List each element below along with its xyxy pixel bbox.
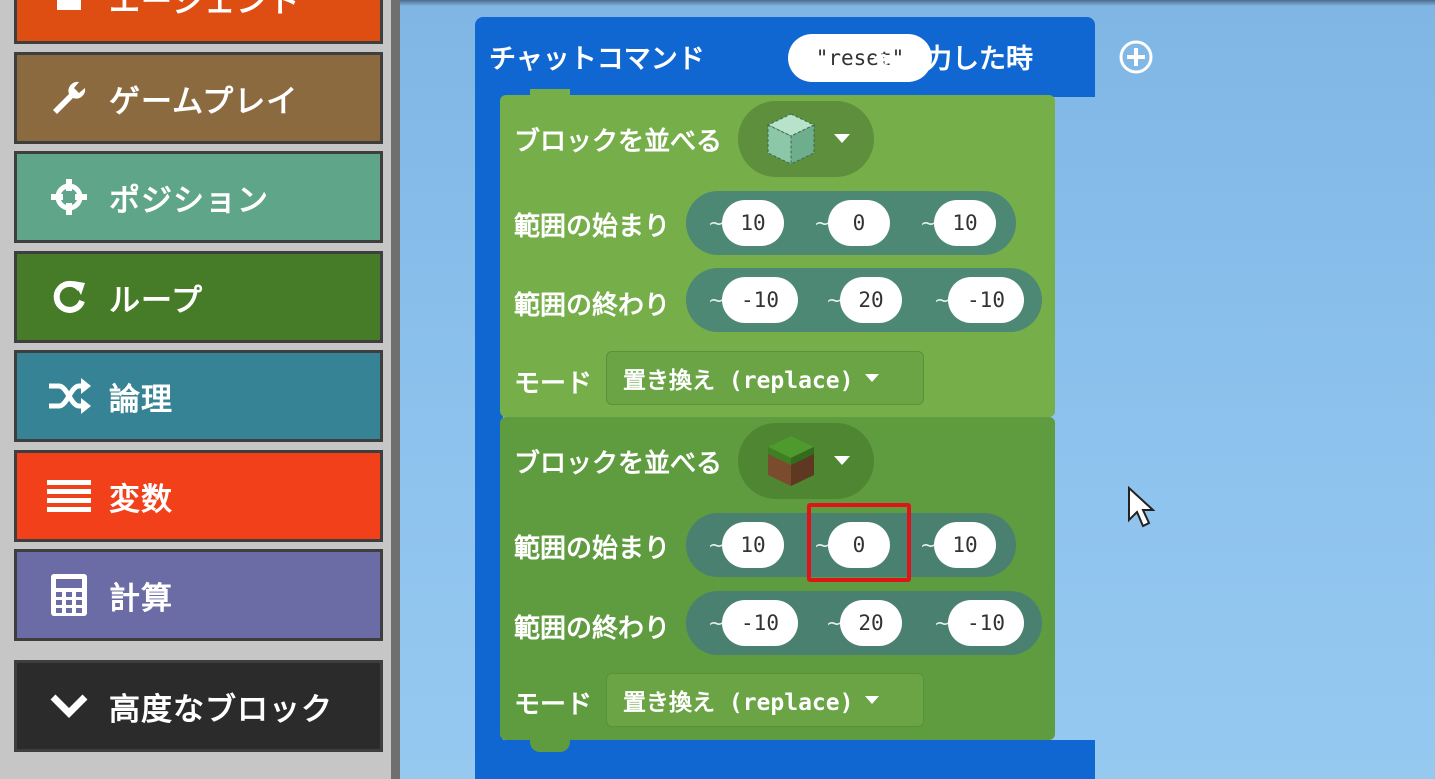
category-position[interactable]: ポジション (14, 151, 383, 243)
start-x-input[interactable]: 10 (722, 522, 784, 568)
relative-tilde: ~ (920, 211, 937, 235)
highlight-box (807, 503, 911, 582)
relative-tilde: ~ (708, 211, 725, 235)
end-x-input[interactable]: -10 (722, 600, 798, 646)
category-label: 変数 (109, 481, 173, 518)
relative-tilde: ~ (708, 533, 725, 557)
relative-tilde: ~ (814, 211, 831, 235)
event-suffix: を入力した時 (871, 44, 1033, 75)
block-tab (530, 738, 570, 752)
start-x-input[interactable]: 10 (722, 200, 784, 246)
category-math[interactable]: 計算 (14, 549, 383, 641)
mode-label: モード (514, 369, 593, 399)
range-end-position[interactable]: ~ -10 ~20 ~ -10 (686, 591, 1042, 655)
category-label: 高度なブロック (109, 691, 333, 728)
event-block-body (475, 90, 503, 779)
crosshair-icon (37, 177, 101, 217)
range-start-label: 範囲の始まり (514, 212, 671, 242)
category-label: ループ (109, 282, 204, 319)
category-label: ゲームプレイ (109, 83, 299, 120)
category-agent[interactable]: エージェント (14, 0, 383, 44)
relative-tilde: ~ (708, 611, 725, 635)
end-y-input[interactable]: 20 (840, 600, 902, 646)
fill-label: ブロックを並べる (514, 127, 723, 157)
mode-dropdown[interactable]: 置き換え (replace) (606, 673, 924, 727)
chevron-down-icon (37, 693, 101, 719)
mouse-cursor-icon (1127, 485, 1156, 532)
chevron-down-icon (834, 456, 850, 465)
category-label: エージェント (109, 0, 301, 20)
category-logic[interactable]: 論理 (14, 350, 383, 442)
relative-tilde: ~ (934, 288, 951, 312)
start-y-input[interactable]: 0 (828, 200, 890, 246)
mode-label: モード (514, 690, 593, 720)
fill-block[interactable]: ブロックを並べる 範囲の始まり ~10 ~0 ~10 範囲の終わり ~ -10 ~… (500, 89, 1055, 429)
end-z-input[interactable]: -10 (948, 277, 1024, 323)
end-y-input[interactable]: 20 (840, 277, 902, 323)
fill-label: ブロックを並べる (514, 449, 723, 479)
sidebar-scroll-edge (391, 0, 400, 779)
event-label: チャットコマンド (489, 44, 705, 75)
range-start-label: 範囲の始まり (514, 534, 671, 564)
block-type-dropdown[interactable] (738, 423, 874, 499)
range-start-position[interactable]: ~10 ~0 ~10 (686, 191, 1016, 255)
block-notch (530, 89, 570, 103)
wrench-icon (37, 78, 101, 118)
category-variables[interactable]: 変数 (14, 450, 383, 542)
chevron-down-icon (834, 134, 850, 143)
start-z-input[interactable]: 10 (934, 200, 996, 246)
mode-value: 置き換え (replace) (623, 690, 854, 716)
relative-tilde: ~ (920, 533, 937, 557)
shuffle-icon (37, 378, 101, 414)
mode-value: 置き換え (replace) (623, 368, 854, 394)
relative-tilde: ~ (826, 288, 843, 312)
relative-tilde: ~ (934, 611, 951, 635)
range-end-label: 範囲の終わり (514, 614, 671, 644)
end-z-input[interactable]: -10 (948, 600, 1024, 646)
chevron-down-icon (865, 696, 880, 704)
glass-block-icon (762, 110, 820, 172)
relative-tilde: ~ (826, 611, 843, 635)
workspace-top-edge (400, 0, 1435, 6)
block-type-dropdown[interactable] (738, 101, 874, 177)
category-label: 計算 (109, 580, 173, 617)
end-x-input[interactable]: -10 (722, 277, 798, 323)
fill-block[interactable]: ブロックを並べる 範囲の始まり ~10 ~0 ~10 範囲の終わり ~ -10 ~… (500, 417, 1055, 752)
category-loops[interactable]: ループ (14, 251, 383, 343)
loop-icon (37, 277, 101, 317)
calculator-icon (37, 574, 101, 616)
grass-block-icon (762, 432, 820, 494)
category-label: 論理 (109, 381, 173, 418)
mode-dropdown[interactable]: 置き換え (replace) (606, 351, 924, 405)
list-icon (37, 478, 101, 514)
category-gameplay[interactable]: ゲームプレイ (14, 52, 383, 144)
chevron-down-icon (865, 374, 880, 382)
toolbox-sidebar: エージェント ゲームプレイ ポジション ループ 論理 変数 計算 高度なブロック (0, 0, 395, 779)
category-label: ポジション (109, 182, 269, 219)
range-end-position[interactable]: ~ -10 ~20 ~ -10 (686, 268, 1042, 332)
agent-icon (37, 0, 101, 14)
code-workspace[interactable]: チャットコマンド "reset" を入力した時 ブロックを並べる 範囲の始まり … (400, 0, 1435, 779)
category-advanced[interactable]: 高度なブロック (14, 660, 383, 752)
relative-tilde: ~ (708, 288, 725, 312)
start-z-input[interactable]: 10 (934, 522, 996, 568)
plus-icon[interactable] (1118, 39, 1154, 79)
chat-command-event-block[interactable]: チャットコマンド "reset" を入力した時 (475, 17, 1153, 97)
range-end-label: 範囲の終わり (514, 291, 671, 321)
